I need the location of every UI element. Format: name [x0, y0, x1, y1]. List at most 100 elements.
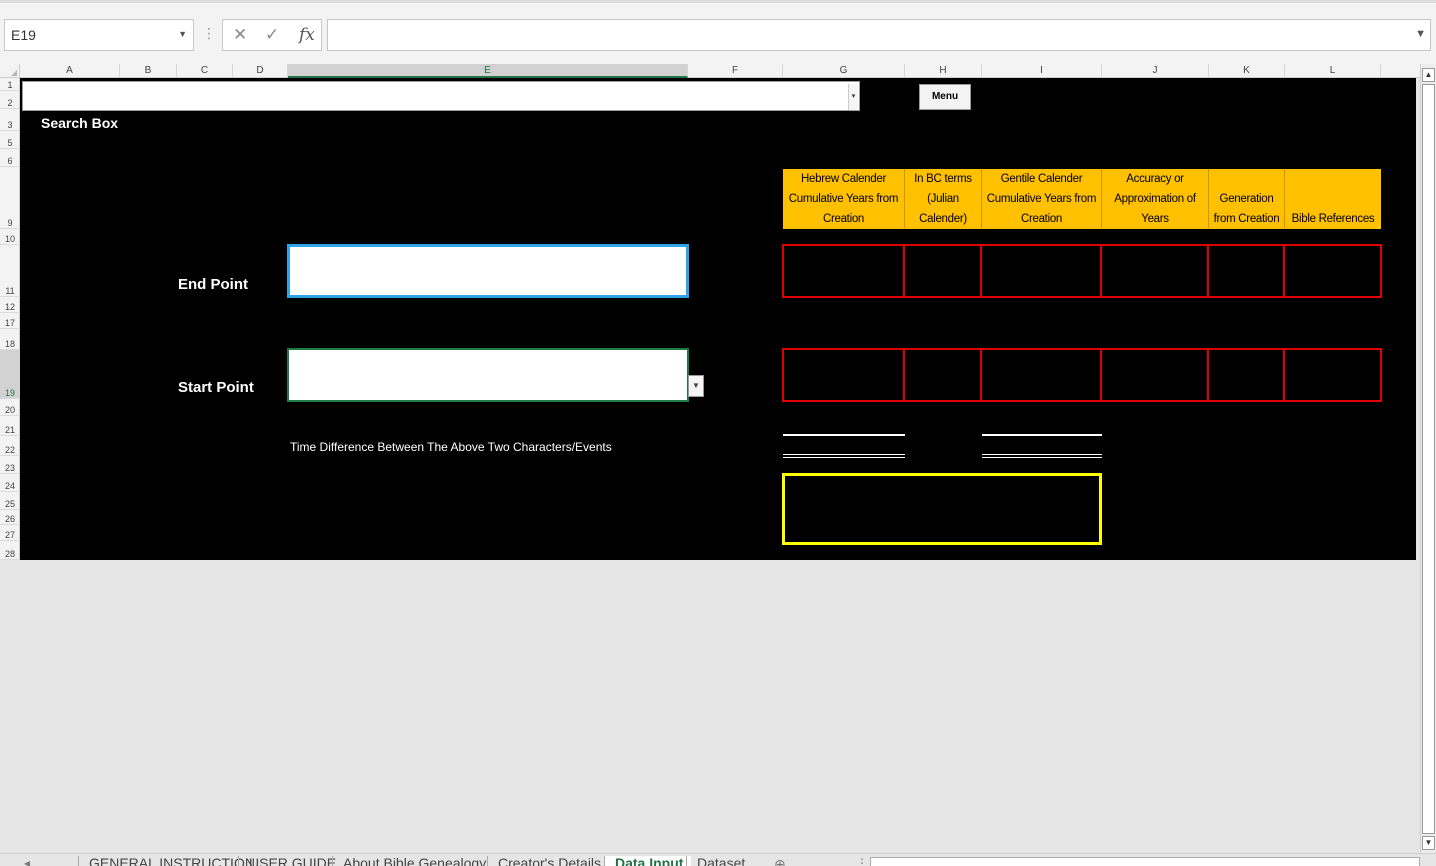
result-cell[interactable] — [784, 350, 905, 400]
row-header[interactable]: 2 — [0, 91, 20, 109]
row-header-selected[interactable]: 19 — [0, 350, 20, 399]
column-header-d[interactable]: D — [233, 64, 288, 78]
enter-icon[interactable]: ✓ — [265, 25, 279, 45]
difference-double-underline — [783, 454, 905, 458]
tab-data-input[interactable]: Data Input — [604, 856, 692, 866]
row-header[interactable]: 24 — [0, 474, 20, 492]
vertical-scrollbar[interactable]: ▲ ▼ — [1420, 64, 1436, 854]
column-headers: A B C D E F G H I J K L — [0, 64, 1420, 78]
result-cell[interactable] — [982, 246, 1102, 296]
header-bc-terms: In BC terms (Julian Calender) — [905, 169, 982, 229]
result-cell[interactable] — [905, 246, 982, 296]
row-header[interactable]: 21 — [0, 416, 20, 436]
end-point-result-row — [782, 244, 1382, 298]
empty-grid-area[interactable] — [0, 560, 1420, 853]
header-hebrew-calender: Hebrew Calender Cumulative Years from Cr… — [783, 169, 905, 229]
end-point-label: End Point — [178, 276, 248, 293]
header-bible-references: Bible References — [1285, 169, 1381, 229]
name-box[interactable]: E19 ▼ — [4, 19, 194, 51]
row-header[interactable]: 22 — [0, 436, 20, 456]
time-difference-label: Time Difference Between The Above Two Ch… — [290, 440, 612, 454]
more-vertical-icon: ⋮ — [202, 25, 216, 41]
result-cell[interactable] — [905, 350, 982, 400]
insert-function-icon[interactable]: fx — [299, 25, 315, 45]
row-header[interactable]: 17 — [0, 313, 20, 329]
column-header-j[interactable]: J — [1102, 64, 1209, 78]
formula-buttons: ✕ ✓ fx — [222, 19, 322, 51]
row-header[interactable]: 5 — [0, 131, 20, 149]
header-generation: Generation from Creation — [1209, 169, 1285, 229]
result-cell[interactable] — [1209, 350, 1285, 400]
row-header[interactable]: 3 — [0, 109, 20, 131]
chevron-down-icon[interactable]: ▼ — [688, 375, 704, 397]
result-cell[interactable] — [1285, 350, 1380, 400]
row-header[interactable]: 27 — [0, 525, 20, 541]
row-header[interactable]: 10 — [0, 229, 20, 245]
start-point-label: Start Point — [178, 379, 254, 396]
column-header-b[interactable]: B — [120, 64, 177, 78]
horizontal-scrollbar[interactable] — [870, 857, 1420, 866]
column-header-l[interactable]: L — [1285, 64, 1381, 78]
header-gentile-calender: Gentile Calender Cumulative Years from C… — [982, 169, 1102, 229]
row-header[interactable]: 18 — [0, 329, 20, 350]
formula-input[interactable]: ▼ — [327, 19, 1431, 51]
difference-underline — [982, 434, 1102, 436]
tab-user-guide[interactable]: USER GUIDE — [238, 856, 336, 866]
row-header[interactable]: 23 — [0, 456, 20, 474]
add-sheet-icon[interactable]: ⊕ — [774, 856, 786, 866]
column-header-f[interactable]: F — [688, 64, 783, 78]
chevron-down-icon[interactable]: ▼ — [178, 29, 187, 39]
start-point-result-row — [782, 348, 1382, 402]
result-cell[interactable] — [784, 246, 905, 296]
cancel-icon[interactable]: ✕ — [233, 25, 247, 45]
row-header[interactable]: 11 — [0, 245, 20, 297]
scrollbar-thumb[interactable] — [1422, 84, 1435, 834]
column-header-g[interactable]: G — [783, 64, 905, 78]
result-cell[interactable] — [982, 350, 1102, 400]
more-tabs-icon[interactable]: ⋮ — [856, 856, 868, 866]
search-combobox[interactable]: ▾ — [22, 81, 860, 111]
column-header-i[interactable]: I — [982, 64, 1102, 78]
expand-formula-icon[interactable]: ▼ — [1415, 28, 1426, 40]
menu-page-button[interactable]: Menu Page — [919, 84, 971, 126]
row-header[interactable]: 20 — [0, 399, 20, 416]
row-header[interactable]: 26 — [0, 510, 20, 525]
sheet-tab-bar: ◂ GENERAL INSTRUCTION USER GUIDE About B… — [0, 853, 1436, 866]
end-point-input[interactable] — [287, 244, 689, 298]
row-header[interactable]: 12 — [0, 297, 20, 313]
result-cell[interactable] — [1209, 246, 1285, 296]
result-table-header: Hebrew Calender Cumulative Years from Cr… — [783, 169, 1381, 229]
result-cell[interactable] — [1102, 350, 1209, 400]
name-box-value: E19 — [11, 27, 36, 43]
chevron-down-icon[interactable]: ▾ — [848, 84, 858, 110]
row-header[interactable]: 1 — [0, 78, 20, 91]
column-header-e[interactable]: E — [288, 64, 688, 78]
tab-dataset[interactable]: Dataset — [686, 856, 745, 866]
start-point-input[interactable] — [287, 348, 689, 402]
time-difference-output[interactable] — [782, 473, 1102, 545]
difference-double-underline — [982, 454, 1102, 458]
worksheet[interactable]: ▾ Menu Page Search Box End Point Start P… — [20, 78, 1416, 560]
result-cell[interactable] — [1102, 246, 1209, 296]
row-header[interactable]: 28 — [0, 541, 20, 560]
select-all-button[interactable] — [0, 64, 20, 78]
column-header-c[interactable]: C — [177, 64, 233, 78]
row-headers: 1 2 3 5 6 9 10 11 12 17 18 19 20 21 22 2… — [0, 78, 20, 560]
row-header[interactable]: 9 — [0, 167, 20, 229]
tab-about-bible-genealogy[interactable]: About Bible Genealogy — [332, 856, 486, 866]
column-header-k[interactable]: K — [1209, 64, 1285, 78]
scroll-up-icon[interactable]: ▲ — [1422, 68, 1435, 82]
tab-nav-left-icon[interactable]: ◂ — [24, 856, 30, 866]
result-cell[interactable] — [1285, 246, 1380, 296]
column-header-a[interactable]: A — [20, 64, 120, 78]
tab-general-instruction[interactable]: GENERAL INSTRUCTION — [78, 856, 255, 866]
scroll-down-icon[interactable]: ▼ — [1422, 836, 1435, 850]
formula-bar: E19 ▼ ⋮ ✕ ✓ fx ▼ — [0, 0, 1436, 64]
row-header[interactable]: 25 — [0, 492, 20, 510]
search-box-label: Search Box — [41, 115, 119, 131]
tab-creators-details[interactable]: Creator's Details — [487, 856, 601, 866]
difference-underline — [783, 434, 905, 436]
excel-window: E19 ▼ ⋮ ✕ ✓ fx ▼ A B C D E F G H I J K L… — [0, 0, 1436, 866]
column-header-h[interactable]: H — [905, 64, 982, 78]
row-header[interactable]: 6 — [0, 149, 20, 167]
